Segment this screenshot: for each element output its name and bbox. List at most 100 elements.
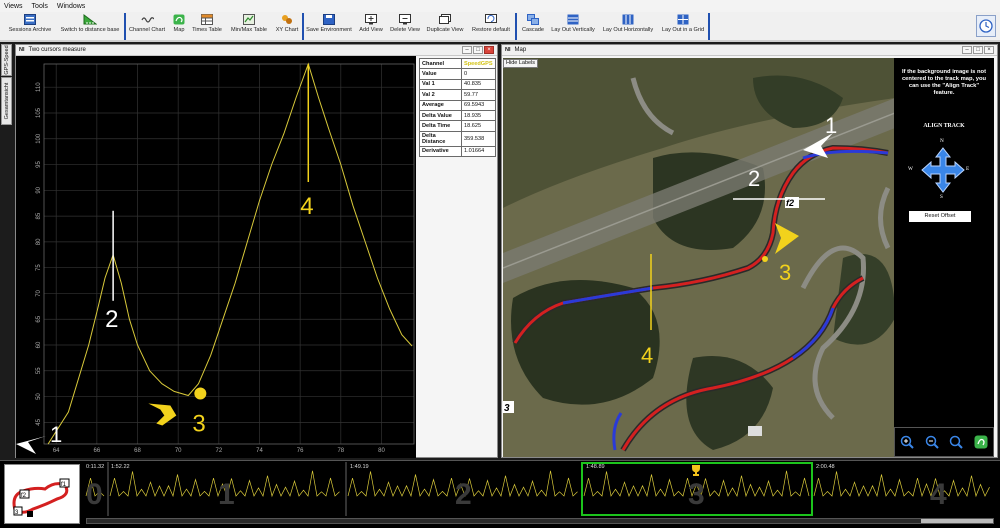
stats-row: Derivative 1.01664 [419, 145, 496, 158]
stats-table: Channel SpeedGPS Value 0 Val 1 40.835 Val 2 59.… [419, 57, 496, 158]
timer-button[interactable] [976, 15, 996, 37]
stats-value: 69.5943 [461, 99, 496, 111]
y-tick-label: 100 [36, 133, 42, 144]
strip-scrollbar-thumb[interactable] [921, 519, 993, 523]
y-tick-label: 95 [36, 161, 42, 168]
zoom-out-icon[interactable] [925, 435, 939, 449]
finish-flag-icon [27, 511, 33, 517]
maximize-button[interactable]: □ [973, 46, 983, 54]
tab-gesamtansicht[interactable]: Gesamtansicht [1, 77, 12, 125]
minimize-button[interactable]: – [962, 46, 972, 54]
chart-background [16, 56, 416, 458]
minimize-button[interactable]: – [462, 46, 472, 54]
minmax-table-button[interactable]: Min/Max Table [227, 12, 271, 41]
x-tick-label: 80 [378, 448, 385, 454]
map-marker-3-label: 3 [779, 260, 791, 285]
session-minimap[interactable]: f2 f1 3 [4, 464, 80, 524]
speed-chart[interactable]: 64 66 68 70 72 74 76 78 80 45 50 55 60 65 70 75 80 85 90 95… [16, 56, 416, 458]
map-cursor-dot [762, 256, 768, 262]
delete-view-button[interactable]: Delete View [389, 12, 421, 41]
map-title: Map [514, 47, 527, 53]
switch-distance-button[interactable]: Switch to distance base [58, 12, 122, 41]
compass-w: W [908, 166, 913, 172]
stats-value: 359.538 [461, 130, 496, 147]
zoom-fit-icon[interactable] [949, 435, 963, 449]
ruler-icon [83, 14, 97, 25]
track-label-f2: f2 [786, 198, 794, 208]
y-tick-label: 105 [36, 107, 42, 118]
duplicate-view-button[interactable]: Duplicate View [424, 12, 466, 41]
svg-text:f1: f1 [61, 482, 67, 488]
maximize-button[interactable]: □ [473, 46, 483, 54]
y-tick-label: 65 [36, 315, 42, 322]
close-button[interactable]: × [484, 46, 494, 54]
stats-value: 18.625 [461, 120, 496, 132]
layout-grid-button[interactable]: Lay Out in a Grid [660, 12, 706, 41]
hide-labels-button[interactable]: Hide Labels [503, 59, 539, 68]
stats-value: 18.935 [461, 109, 496, 122]
sessions-archive-button[interactable]: Sessions Archive [6, 12, 54, 41]
times-table-button[interactable]: Times Table [190, 12, 224, 41]
menu-windows[interactable]: Windows [57, 3, 85, 10]
track-label-3: 3 [504, 403, 510, 414]
stats-row: Val 2 59.77 [419, 89, 496, 101]
stats-key: Delta Time [419, 120, 462, 132]
track-map[interactable]: 1 2 f2 3 4 3 [503, 58, 895, 457]
stats-value: 59.77 [461, 89, 496, 101]
channel-chart-button[interactable]: Channel Chart [128, 12, 166, 41]
xy-chart-button[interactable]: XY Chart [272, 12, 302, 41]
compass-n: N [940, 138, 944, 144]
lap-number-1: 1 [218, 478, 235, 511]
restore-icon [485, 14, 497, 23]
map-button[interactable]: Map [168, 12, 190, 41]
lap-number-2: 2 [455, 478, 472, 511]
add-view-button[interactable]: Add View [357, 12, 385, 41]
align-arrows-icon[interactable] [920, 147, 966, 193]
map-marker-2-label: 2 [748, 166, 760, 191]
align-track-title: ALIGN TRACK [923, 123, 965, 129]
stats-value: 1.01664 [461, 145, 496, 158]
layout-grid-icon [677, 14, 689, 25]
y-tick-label: 60 [36, 341, 42, 348]
menu-views[interactable]: Views [4, 3, 23, 10]
menu-tools[interactable]: Tools [32, 3, 48, 10]
y-tick-label: 55 [36, 367, 42, 374]
map-building [748, 426, 762, 436]
x-tick-label: 78 [337, 448, 344, 454]
y-tick-label: 70 [36, 289, 42, 296]
stats-row: Delta Distance 359.538 [419, 130, 496, 147]
save-environment-button[interactable]: Save Environment [305, 12, 353, 41]
align-track-panel: If the background image is not centered … [894, 58, 994, 457]
cascade-button[interactable]: Cascade [518, 12, 548, 41]
layout-vertically-button[interactable]: Lay Out Vertically [550, 12, 596, 41]
layout-vertical-icon [567, 14, 579, 25]
times-table-icon [201, 14, 213, 25]
strip-scrollbar[interactable] [86, 518, 994, 524]
zoom-in-icon[interactable] [900, 435, 914, 449]
x-tick-label: 70 [175, 448, 182, 454]
stats-value: 40.835 [461, 78, 496, 91]
cursor-dot-3 [194, 387, 207, 400]
compass-s: S [940, 194, 943, 200]
svg-text:f2: f2 [21, 493, 27, 499]
restore-default-button[interactable]: Restore default [470, 12, 512, 41]
lap-number-4: 4 [930, 478, 947, 511]
close-button[interactable]: × [984, 46, 994, 54]
tab-gps-speed[interactable]: GPS-Speed [1, 44, 12, 76]
side-tabs: GPS-Speed Gesamtansicht [1, 44, 13, 149]
layout-horizontally-button[interactable]: Lay Out Horizontally [600, 12, 656, 41]
toolbar-separator [302, 13, 304, 40]
reset-offset-button[interactable]: Reset Offset [909, 211, 971, 222]
two-cursors-titlebar: NI Two cursors measure – □ × [16, 45, 497, 56]
zoom-toolbar [894, 427, 994, 457]
x-tick-label: 74 [256, 448, 263, 454]
stats-value: SpeedGPS [461, 57, 496, 70]
align-message: If the background image is not centered … [901, 69, 987, 96]
y-tick-label: 75 [36, 264, 42, 271]
lap-time-0: 0:11.32 [86, 464, 105, 470]
stats-key: Delta Value [419, 109, 462, 122]
two-cursors-title: Two cursors measure [28, 47, 86, 53]
track-refresh-icon[interactable] [974, 435, 988, 449]
y-tick-label: 110 [36, 82, 42, 92]
lap-number-0: 0 [86, 478, 103, 511]
